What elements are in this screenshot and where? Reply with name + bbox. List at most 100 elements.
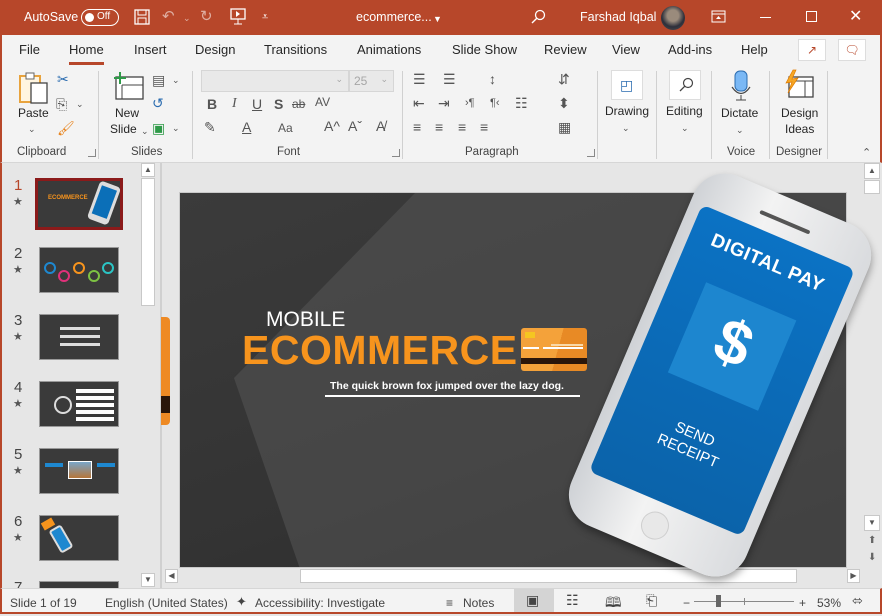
shrink-font-button[interactable]: Aˇ (348, 118, 362, 134)
grow-font-button[interactable]: A^ (324, 118, 340, 134)
tab-slide-show[interactable]: Slide Show (452, 42, 517, 57)
smartart-icon[interactable]: ▦ (558, 119, 571, 135)
customize-qat-icon[interactable]: ⩡ (262, 10, 268, 25)
line-spacing-icon[interactable]: ↕ (489, 71, 496, 87)
zoom-level[interactable]: 53% (817, 596, 841, 610)
normal-view-button[interactable]: ▣ (514, 589, 554, 612)
thumbnail-slide-1[interactable]: ECOMMERCE (35, 178, 123, 230)
change-case-button[interactable]: Aa (278, 120, 293, 136)
tab-design[interactable]: Design (195, 42, 235, 57)
layout-dropdown-icon[interactable]: ⌄ (172, 72, 180, 88)
copy-icon[interactable]: ⎘ (56, 96, 67, 112)
editor-scroll-right-button[interactable]: ▶ (847, 569, 860, 583)
tab-insert[interactable]: Insert (134, 42, 167, 57)
thumb-scroll-thumb[interactable] (141, 178, 155, 306)
drawing-label[interactable]: Drawing (605, 104, 649, 118)
minimize-icon[interactable] (760, 17, 771, 18)
section-icon[interactable]: ▣ (152, 120, 165, 136)
autosave-toggle[interactable]: Off (81, 9, 119, 26)
editing-dropdown-icon[interactable]: ⌄ (681, 120, 689, 136)
tab-review[interactable]: Review (544, 42, 587, 57)
thumb-scroll-up-button[interactable]: ▲ (141, 163, 155, 177)
redo-icon[interactable]: ↻ (200, 9, 213, 24)
comments-button[interactable]: 🗨︎ (838, 39, 866, 61)
editor-scroll-thumb[interactable] (864, 180, 880, 194)
zoom-in-button[interactable]: + (799, 596, 806, 610)
bullets-icon[interactable]: ☰ (413, 71, 426, 87)
ltr-icon[interactable]: ›¶ (465, 95, 475, 111)
accessibility-status[interactable]: Accessibility: Investigate (255, 596, 385, 610)
align-right-icon[interactable]: ≡ (458, 119, 466, 135)
tab-file[interactable]: File (19, 42, 40, 57)
new-slide-dropdown-icon[interactable]: ⌄ (141, 123, 149, 139)
editor-scroll-down-button[interactable]: ▼ (864, 515, 880, 531)
title-dropdown-icon[interactable]: ▼ (433, 12, 442, 27)
document-title[interactable]: ecommerce... (356, 10, 432, 24)
rtl-icon[interactable]: ¶‹ (490, 95, 500, 111)
copy-dropdown-icon[interactable]: ⌄ (76, 96, 84, 112)
drawing-dropdown-icon[interactable]: ⌄ (622, 120, 630, 136)
thumbnail-slide-4[interactable] (39, 381, 119, 427)
fit-to-window-icon[interactable]: ⬄ (852, 593, 863, 609)
share-button[interactable]: ↗ (798, 39, 826, 61)
slide-sorter-icon[interactable]: ☷ (566, 592, 579, 609)
maximize-icon[interactable] (806, 11, 817, 22)
clipboard-launcher-icon[interactable] (88, 149, 96, 157)
text-direction-icon[interactable]: ⇵ (558, 71, 570, 87)
collapse-ribbon-icon[interactable]: ⌃ (862, 145, 871, 161)
editing-button[interactable] (669, 70, 701, 100)
thumbnail-slide-2[interactable] (39, 247, 119, 293)
tab-animations[interactable]: Animations (357, 42, 421, 57)
align-text-icon[interactable]: ⬍ (558, 95, 570, 111)
underline-button[interactable]: U (252, 96, 262, 112)
present-from-start-icon[interactable] (230, 8, 246, 26)
justify-icon[interactable]: ≡ (480, 119, 488, 135)
design-ideas-label-2[interactable]: Ideas (785, 122, 814, 136)
strikethrough-button[interactable]: ab (292, 96, 305, 112)
font-color-icon[interactable]: A (242, 119, 251, 135)
offslide-card-edge[interactable] (161, 317, 170, 425)
thumbnail-slide-3[interactable] (39, 314, 119, 360)
tab-home[interactable]: Home (69, 42, 104, 65)
align-center-icon[interactable]: ≡ (435, 119, 443, 135)
italic-button[interactable]: I (232, 96, 237, 112)
undo-dropdown-icon[interactable]: ⌄ (183, 11, 191, 26)
language-indicator[interactable]: English (United States) (105, 596, 228, 610)
design-ideas-icon[interactable] (783, 69, 815, 99)
highlight-icon[interactable]: ✎ (204, 119, 216, 135)
microphone-icon[interactable] (731, 70, 751, 102)
decrease-indent-icon[interactable]: ⇤ (413, 95, 425, 111)
search-icon[interactable] (530, 9, 546, 25)
font-launcher-icon[interactable] (392, 149, 400, 157)
new-slide-icon[interactable] (112, 71, 144, 101)
tab-transitions[interactable]: Transitions (264, 42, 327, 57)
align-left-icon[interactable]: ≡ (413, 119, 421, 135)
editing-label[interactable]: Editing (666, 104, 703, 118)
zoom-out-button[interactable]: − (683, 596, 690, 610)
previous-slide-icon[interactable]: ⬆ (868, 535, 876, 546)
font-size-combo[interactable]: 25 ⌄ (349, 70, 394, 92)
reset-icon[interactable]: ↺ (152, 95, 164, 111)
zoom-slider-thumb[interactable] (715, 595, 721, 607)
tab-add-ins[interactable]: Add-ins (668, 42, 712, 57)
tab-view[interactable]: View (612, 42, 640, 57)
drawing-button[interactable]: ◰ (611, 70, 643, 100)
cut-icon[interactable]: ✂ (57, 71, 69, 87)
editor-scroll-up-button[interactable]: ▲ (864, 163, 880, 179)
bold-button[interactable]: B (207, 96, 217, 112)
undo-icon[interactable]: ↶ (162, 9, 175, 24)
new-slide-label-1[interactable]: New (115, 106, 139, 120)
design-ideas-label-1[interactable]: Design (781, 106, 818, 120)
paste-label[interactable]: Paste (18, 106, 49, 120)
thumbnail-slide-6[interactable] (39, 515, 119, 561)
notes-icon[interactable]: ≡ (446, 596, 453, 610)
save-icon[interactable] (134, 9, 150, 25)
notes-button[interactable]: Notes (463, 596, 494, 610)
reading-view-icon[interactable]: 🕮︎ (605, 592, 622, 616)
ribbon-display-icon[interactable] (711, 10, 726, 23)
next-slide-icon[interactable]: ⬇ (868, 552, 876, 563)
font-name-combo[interactable]: ⌄ (201, 70, 349, 92)
increase-indent-icon[interactable]: ⇥ (438, 95, 450, 111)
character-spacing-button[interactable]: AV (315, 94, 330, 110)
slide-tagline[interactable]: The quick brown fox jumped over the lazy… (330, 380, 564, 392)
